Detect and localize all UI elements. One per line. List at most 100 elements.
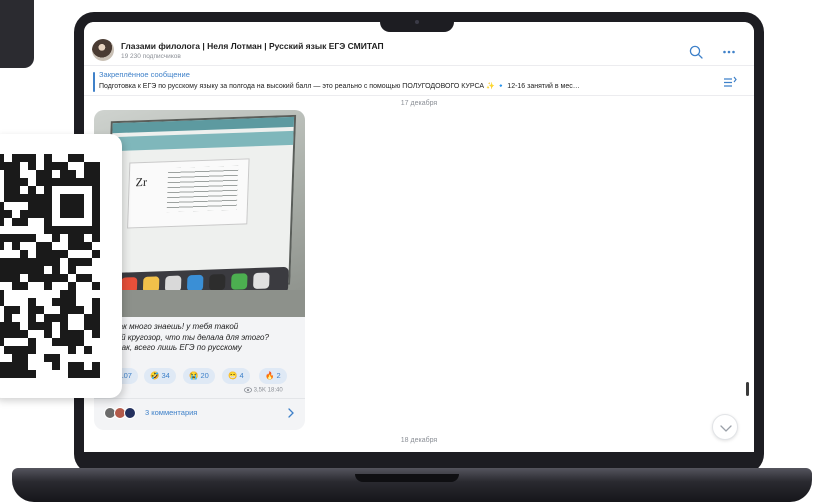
qr-module <box>28 210 36 218</box>
qr-module <box>0 338 4 346</box>
qr-module <box>12 330 20 338</box>
qr-module <box>12 370 20 378</box>
qr-module <box>68 258 76 266</box>
qr-module <box>44 282 52 290</box>
qr-module <box>4 210 12 218</box>
qr-module <box>36 210 44 218</box>
reaction-count: 34 <box>161 371 170 380</box>
qr-module <box>44 330 52 338</box>
qr-module <box>0 290 4 298</box>
qr-module <box>92 330 100 338</box>
reaction-cry[interactable]: 😭 20 <box>183 368 215 384</box>
qr-module <box>28 346 36 354</box>
qr-module <box>20 362 28 370</box>
qr-module <box>12 242 20 250</box>
qr-module <box>52 274 60 282</box>
reaction-laugh[interactable]: 🤣 34 <box>144 368 176 384</box>
qr-module <box>36 322 44 330</box>
pinned-message[interactable]: Закреплённое сообщение Подготовка к ЕГЭ … <box>84 68 754 96</box>
qr-module <box>92 370 100 378</box>
qr-module <box>68 346 76 354</box>
qr-module <box>92 170 100 178</box>
qr-module <box>76 258 84 266</box>
qr-module <box>4 362 12 370</box>
qr-module <box>20 154 28 162</box>
qr-module <box>44 162 52 170</box>
pinned-list-icon[interactable] <box>722 74 738 90</box>
qr-module <box>4 178 12 186</box>
channel-avatar[interactable] <box>92 39 114 61</box>
post-photo[interactable]: Zr <box>94 110 305 317</box>
qr-module <box>20 218 28 226</box>
qr-module <box>52 338 60 346</box>
qr-module <box>76 362 84 370</box>
qr-module <box>20 250 28 258</box>
qr-module <box>0 274 4 282</box>
caption-line: ы так много знаешь! у тебя такой <box>104 322 239 331</box>
qr-module <box>76 338 84 346</box>
qr-module <box>12 362 20 370</box>
qr-module <box>4 234 12 242</box>
qr-module <box>52 258 60 266</box>
dock-app <box>186 274 204 292</box>
qr-module <box>0 298 4 306</box>
chevron-right-icon[interactable] <box>286 407 296 419</box>
post-views: 3,5K 18:40 <box>244 387 283 394</box>
laptop-base-lip <box>355 474 459 482</box>
caption-line: вала <box>104 354 299 365</box>
subscriber-count: 19 230 подписчиков <box>121 53 181 60</box>
qr-module <box>84 258 92 266</box>
qr-module <box>28 194 36 202</box>
qr-module <box>92 362 100 370</box>
pinned-text[interactable]: Подготовка к ЕГЭ по русскому языку за по… <box>99 82 719 90</box>
qr-module <box>60 322 68 330</box>
channel-post[interactable]: Zr ы так много знаешь! у тебя такой роки… <box>94 110 305 430</box>
qr-module <box>68 290 76 298</box>
stage: Глазами филолога | Неля Лотман | Русский… <box>0 0 817 502</box>
qr-module <box>4 322 12 330</box>
reaction-fire[interactable]: 🔥 2 <box>259 368 287 384</box>
qr-module <box>20 194 28 202</box>
reaction-grin[interactable]: 😁 4 <box>222 368 250 384</box>
qr-module <box>44 250 52 258</box>
qr-module <box>60 194 84 218</box>
qr-code-card <box>0 134 122 398</box>
qr-module <box>76 274 84 282</box>
qr-module <box>0 322 4 330</box>
more-icon[interactable] <box>721 44 737 60</box>
qr-module <box>0 162 4 170</box>
scrollbar-thumb[interactable] <box>746 382 749 396</box>
qr-module <box>12 162 20 170</box>
qr-module <box>84 322 92 330</box>
qr-module <box>28 298 36 306</box>
chat-area[interactable]: 17 декабря Zr ы так много знаешь! у тебя… <box>84 96 754 452</box>
qr-module <box>76 242 84 250</box>
photo-desk <box>94 290 305 317</box>
qr-module <box>92 314 100 322</box>
qr-module <box>60 306 68 314</box>
qr-module <box>44 354 52 362</box>
comments-label[interactable]: 3 комментария <box>145 408 197 417</box>
qr-module <box>60 274 68 282</box>
qr-module <box>36 258 44 266</box>
qr-module <box>44 258 52 266</box>
search-icon[interactable] <box>688 44 704 60</box>
qr-module <box>28 154 36 162</box>
qr-module <box>0 362 4 370</box>
qr-module <box>68 338 76 346</box>
qr-module <box>20 210 28 218</box>
qr-module <box>36 170 44 178</box>
qr-module <box>92 250 100 258</box>
qr-module <box>84 314 92 322</box>
qr-module <box>44 154 52 162</box>
camera-dot <box>415 20 419 24</box>
comments-row[interactable]: 3 комментария <box>94 398 305 426</box>
qr-module <box>84 346 92 354</box>
qr-module <box>12 322 20 330</box>
eye-icon <box>244 387 252 393</box>
qr-module <box>68 266 76 274</box>
qr-module <box>84 370 92 378</box>
qr-module <box>4 274 12 282</box>
channel-title[interactable]: Глазами филолога | Неля Лотман | Русский… <box>121 41 384 51</box>
qr-module <box>12 154 20 162</box>
